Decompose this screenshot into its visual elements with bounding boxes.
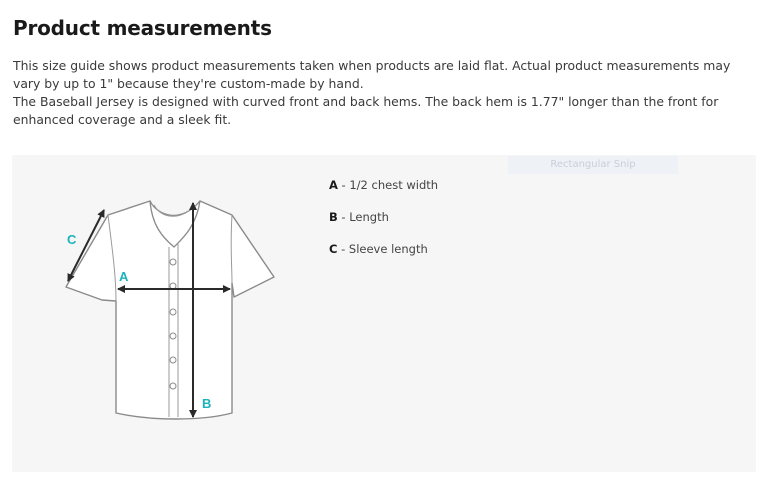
jersey-button (169, 356, 177, 364)
jersey-button (169, 332, 177, 340)
marker-label-b: B (202, 396, 211, 411)
jersey-diagram: C A B (65, 200, 275, 420)
legend-key: A (329, 178, 338, 192)
jersey-button (169, 258, 177, 266)
measurement-panel: Rectangular Snip C A B A - 1/2 chest wid… (12, 155, 756, 472)
jersey-button (169, 382, 177, 390)
jersey-button (169, 308, 177, 316)
legend-key: B (329, 210, 338, 224)
snip-overlay-label: Rectangular Snip (508, 156, 678, 174)
page-title: Product measurements (13, 16, 272, 40)
legend-item-c: C - Sleeve length (329, 241, 438, 257)
marker-label-a: A (119, 269, 129, 284)
measurement-legend: A - 1/2 chest width B - Length C - Sleev… (329, 177, 438, 273)
size-guide-description: This size guide shows product measuremen… (13, 57, 761, 129)
legend-item-a: A - 1/2 chest width (329, 177, 438, 193)
legend-item-b: B - Length (329, 209, 438, 225)
marker-label-c: C (67, 232, 77, 247)
legend-text: - 1/2 chest width (337, 178, 439, 192)
description-line-1: This size guide shows product measuremen… (13, 58, 731, 91)
description-line-2: The Baseball Jersey is designed with cur… (13, 94, 719, 127)
legend-text: - Length (337, 210, 389, 224)
legend-text: - Sleeve length (337, 242, 428, 256)
